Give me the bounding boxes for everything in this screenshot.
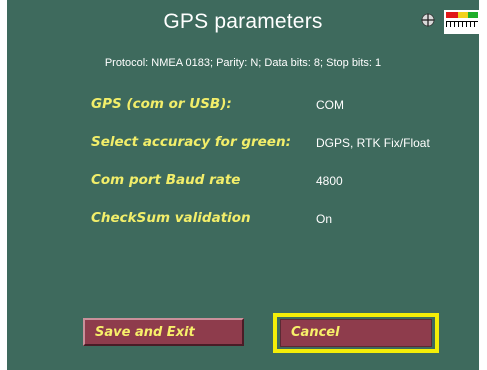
meter-green-segment xyxy=(468,12,478,18)
gps-parameters-screen: GPS parameters Protocol: NMEA 0183; Pari… xyxy=(7,0,480,370)
baud-rate-label: Com port Baud rate xyxy=(91,172,241,188)
gps-port-label: GPS (com or USB): xyxy=(91,96,232,112)
signal-meter-icon xyxy=(444,10,480,34)
meter-red-segment xyxy=(446,12,458,18)
cancel-button[interactable]: Cancel xyxy=(280,319,432,347)
checksum-value[interactable]: On xyxy=(316,212,332,226)
meter-scale xyxy=(446,21,478,27)
crosshair-icon xyxy=(421,13,435,27)
page-title: GPS parameters xyxy=(163,10,323,33)
gps-port-value[interactable]: COM xyxy=(316,98,344,112)
accuracy-value[interactable]: DGPS, RTK Fix/Float xyxy=(316,136,430,150)
checksum-label: CheckSum validation xyxy=(91,210,251,226)
save-and-exit-button[interactable]: Save and Exit xyxy=(83,318,244,346)
protocol-info: Protocol: NMEA 0183; Parity: N; Data bit… xyxy=(104,57,382,69)
meter-yellow-segment xyxy=(458,12,468,18)
baud-rate-value[interactable]: 4800 xyxy=(316,174,343,188)
accuracy-label: Select accuracy for green: xyxy=(91,134,291,150)
